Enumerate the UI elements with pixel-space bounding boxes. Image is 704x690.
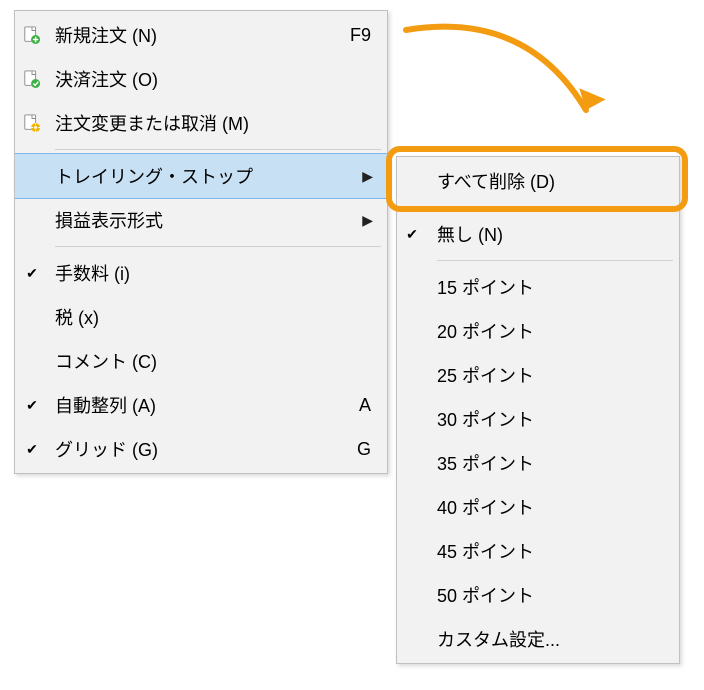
- menu-separator: [437, 207, 673, 208]
- main_menu-item-3[interactable]: トレイリング・ストップ▶: [15, 153, 387, 199]
- check-icon: ✔: [15, 265, 49, 282]
- menu-separator: [55, 149, 381, 150]
- sub_menu-item-3[interactable]: 20 ポイント: [397, 309, 679, 353]
- menu-item-label: 新規注文 (N): [49, 22, 350, 48]
- menu-separator: [55, 246, 381, 247]
- menu-item-label: 15 ポイント: [427, 274, 671, 300]
- menu-item-label: 税 (x): [49, 304, 379, 330]
- sub_menu-item-10[interactable]: カスタム設定...: [397, 617, 679, 661]
- menu-item-label: カスタム設定...: [427, 626, 671, 652]
- sub_menu-item-4[interactable]: 25 ポイント: [397, 353, 679, 397]
- main_menu-item-9[interactable]: ✔グリッド (G)G: [15, 427, 387, 471]
- check-icon: ✔: [15, 441, 49, 458]
- chevron-right-icon: ▶: [362, 212, 379, 229]
- menu-item-label: 決済注文 (O): [49, 66, 379, 92]
- context-menu-main: 新規注文 (N)F9 決済注文 (O) 注文変更または取消 (M) トレイリング・スト…: [14, 10, 388, 474]
- menu-item-label: すべて削除 (D): [427, 168, 671, 194]
- sub_menu-item-1[interactable]: ✔無し (N): [397, 212, 679, 256]
- main_menu-item-5[interactable]: ✔手数料 (i): [15, 251, 387, 295]
- menu-item-label: 損益表示形式: [49, 207, 362, 233]
- menu-item-label: 30 ポイント: [427, 406, 671, 432]
- main_menu-item-7[interactable]: コメント (C): [15, 339, 387, 383]
- sub_menu-item-0[interactable]: すべて削除 (D): [397, 159, 679, 203]
- sub_menu-item-7[interactable]: 40 ポイント: [397, 485, 679, 529]
- menu-item-label: 無し (N): [427, 221, 671, 247]
- sub_menu-item-2[interactable]: 15 ポイント: [397, 265, 679, 309]
- menu-item-label: グリッド (G): [49, 436, 357, 462]
- main_menu-item-1[interactable]: 決済注文 (O): [15, 57, 387, 101]
- menu-item-label: 自動整列 (A): [49, 392, 359, 418]
- context-menu-trailing-stop: すべて削除 (D) ✔無し (N) 15 ポイント 20 ポイント 25 ポイント 30 …: [396, 156, 680, 664]
- sub_menu-item-6[interactable]: 35 ポイント: [397, 441, 679, 485]
- chevron-right-icon: ▶: [362, 168, 379, 185]
- sub_menu-item-9[interactable]: 50 ポイント: [397, 573, 679, 617]
- main_menu-item-0[interactable]: 新規注文 (N)F9: [15, 13, 387, 57]
- main_menu-item-2[interactable]: 注文変更または取消 (M): [15, 101, 387, 145]
- main_menu-item-4[interactable]: 損益表示形式▶: [15, 198, 387, 242]
- doc-check-icon: [15, 69, 49, 89]
- doc-gear-icon: [15, 113, 49, 133]
- menu-item-label: コメント (C): [49, 348, 379, 374]
- menu-item-label: 50 ポイント: [427, 582, 671, 608]
- menu-item-shortcut: A: [359, 395, 379, 416]
- menu-item-shortcut: F9: [350, 25, 379, 46]
- doc-add-icon: [15, 25, 49, 45]
- menu-item-label: 45 ポイント: [427, 538, 671, 564]
- callout-arrow-icon: [386, 10, 646, 160]
- sub_menu-item-5[interactable]: 30 ポイント: [397, 397, 679, 441]
- menu-item-label: 25 ポイント: [427, 362, 671, 388]
- menu-separator: [437, 260, 673, 261]
- menu-item-label: 40 ポイント: [427, 494, 671, 520]
- sub_menu-item-8[interactable]: 45 ポイント: [397, 529, 679, 573]
- menu-item-label: 20 ポイント: [427, 318, 671, 344]
- menu-item-label: 35 ポイント: [427, 450, 671, 476]
- main_menu-item-6[interactable]: 税 (x): [15, 295, 387, 339]
- menu-item-shortcut: G: [357, 439, 379, 460]
- menu-item-label: 手数料 (i): [49, 260, 379, 286]
- menu-item-label: トレイリング・ストップ: [49, 163, 362, 189]
- main_menu-item-8[interactable]: ✔自動整列 (A)A: [15, 383, 387, 427]
- menu-item-label: 注文変更または取消 (M): [49, 110, 379, 136]
- check-icon: ✔: [15, 397, 49, 414]
- check-icon: ✔: [397, 226, 427, 243]
